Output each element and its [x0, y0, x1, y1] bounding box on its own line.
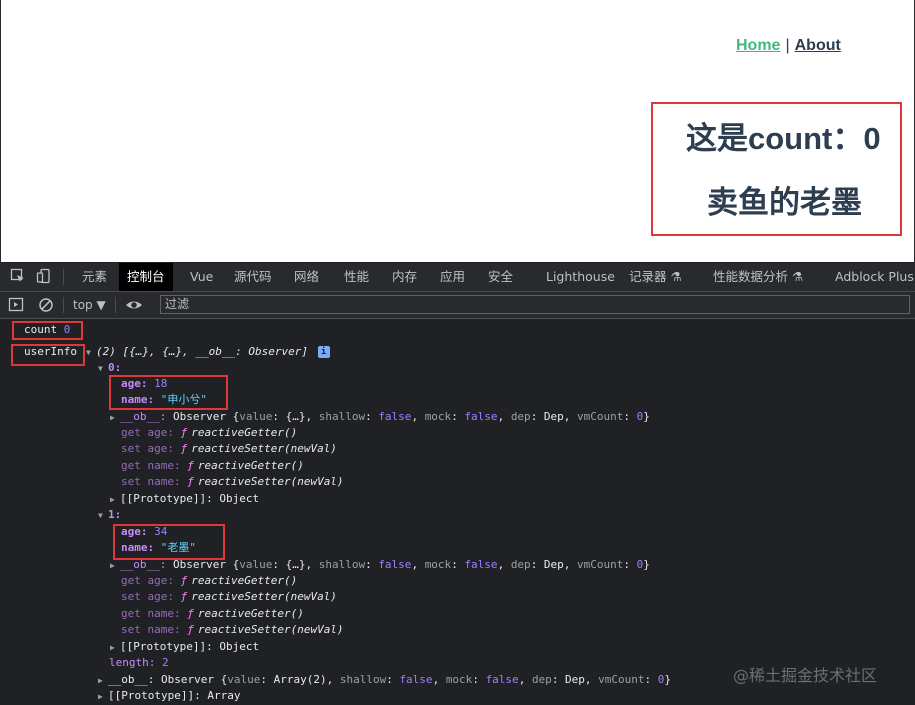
inspect-element-icon[interactable]	[10, 268, 26, 284]
toolbar-divider	[63, 297, 64, 313]
prop-get-name[interactable]: get name: ƒ reactiveGetter()	[121, 606, 304, 622]
userinfo-label: userInfo	[24, 345, 77, 358]
tab-console[interactable]: 控制台	[119, 263, 173, 291]
home-link[interactable]: Home	[736, 37, 780, 54]
live-expression-eye-icon[interactable]	[125, 297, 143, 313]
collapsed-arrow-icon: ▶	[110, 495, 115, 504]
console-log-count: count 0	[24, 322, 70, 338]
tab-performance-insights[interactable]: 性能数据分析 ⚗	[713, 263, 803, 291]
count-label: count	[24, 323, 58, 336]
array-item-1[interactable]: ▼ 1:	[98, 507, 121, 523]
tab-security[interactable]: 安全	[488, 263, 513, 291]
sidebar-toggle-icon[interactable]	[8, 297, 24, 313]
prop-get-age[interactable]: get age: ƒ reactiveGetter()	[121, 573, 297, 589]
expanded-arrow-icon[interactable]: ▼	[86, 345, 96, 361]
prop-prototype[interactable]: ▶ [[Prototype]]: Object	[110, 639, 259, 655]
console-output: count 0 userInfo ▼ (2) [{…}, {…}, __ob__:…	[0, 319, 915, 705]
collapsed-arrow-icon: ▶	[98, 676, 103, 685]
array-ob[interactable]: ▶ __ob__: Observer {value: Array(2), shal…	[98, 672, 671, 688]
tab-vue[interactable]: Vue	[190, 263, 213, 291]
prop-length: length: 2	[109, 656, 169, 669]
collapsed-arrow-icon: ▶	[110, 413, 115, 422]
prop-get-name[interactable]: get name: ƒ reactiveGetter()	[121, 458, 304, 474]
filter-input[interactable]: 过滤	[160, 295, 910, 314]
context-selector[interactable]: top ▼	[73, 292, 106, 318]
router-nav: Home | About	[736, 37, 841, 55]
expanded-arrow-icon[interactable]: ▼	[98, 361, 108, 377]
count-value: 0	[63, 323, 71, 336]
prop-get-age[interactable]: get age: ƒ reactiveGetter()	[121, 425, 297, 441]
prop-prototype[interactable]: ▶ [[Prototype]]: Object	[110, 491, 259, 507]
info-icon[interactable]: i	[317, 346, 330, 358]
tab-adblock-plus[interactable]: Adblock Plus	[835, 263, 914, 291]
count-heading: 这是count：0	[686, 121, 881, 156]
collapsed-arrow-icon: ▶	[110, 643, 115, 652]
tab-network[interactable]: 网络	[294, 263, 319, 291]
about-link[interactable]: About	[795, 37, 841, 54]
tab-lighthouse[interactable]: Lighthouse	[546, 263, 615, 291]
prop-set-name[interactable]: set name: ƒ reactiveSetter(newVal)	[121, 474, 344, 490]
prop-ob[interactable]: ▶ __ob__: Observer {value: {…}, shallow: …	[110, 409, 650, 425]
nav-separator: |	[785, 37, 790, 54]
collapsed-arrow-icon: ▶	[110, 561, 115, 570]
app-page: Home | About 这是count：0 卖鱼的老墨	[0, 0, 915, 262]
prop-set-age[interactable]: set age: ƒ reactiveSetter(newVal)	[121, 589, 337, 605]
tab-divider	[63, 269, 64, 285]
prop-set-age[interactable]: set age: ƒ reactiveSetter(newVal)	[121, 441, 337, 457]
prop-age: age: 18	[121, 377, 168, 390]
array-prototype[interactable]: ▶ [[Prototype]]: Array	[98, 688, 240, 704]
tab-application[interactable]: 应用	[440, 263, 465, 291]
prop-ob[interactable]: ▶ __ob__: Observer {value: {…}, shallow: …	[110, 557, 650, 573]
array-item-0[interactable]: ▼ 0:	[98, 360, 121, 376]
toolbar-divider	[115, 297, 116, 313]
expanded-arrow-icon[interactable]: ▼	[98, 508, 108, 524]
tab-performance[interactable]: 性能	[344, 263, 369, 291]
name-heading: 卖鱼的老墨	[707, 185, 862, 220]
prop-name: name: "老墨"	[121, 541, 196, 554]
prop-name: name: "申小兮"	[121, 393, 207, 406]
prop-set-name[interactable]: set name: ƒ reactiveSetter(newVal)	[121, 622, 344, 638]
console-toolbar: top ▼ 过滤	[0, 292, 915, 319]
tab-recorder[interactable]: 记录器 ⚗	[629, 263, 682, 291]
tab-memory[interactable]: 内存	[392, 263, 417, 291]
devtools-tab-bar: 元素 控制台 Vue 源代码 网络 性能 内存 应用 安全 Lighthouse…	[0, 263, 915, 292]
prop-age: age: 34	[121, 525, 168, 538]
userinfo-array-summary[interactable]: ▼ (2) [{…}, {…}, __ob__: Observer] i	[86, 344, 330, 360]
tab-elements[interactable]: 元素	[82, 263, 107, 291]
watermark: @稀土掘金技术社区	[733, 666, 878, 685]
tab-sources[interactable]: 源代码	[234, 263, 272, 291]
collapsed-arrow-icon: ▶	[98, 692, 103, 701]
clear-console-icon[interactable]	[38, 297, 54, 313]
device-toolbar-icon[interactable]	[36, 268, 52, 284]
